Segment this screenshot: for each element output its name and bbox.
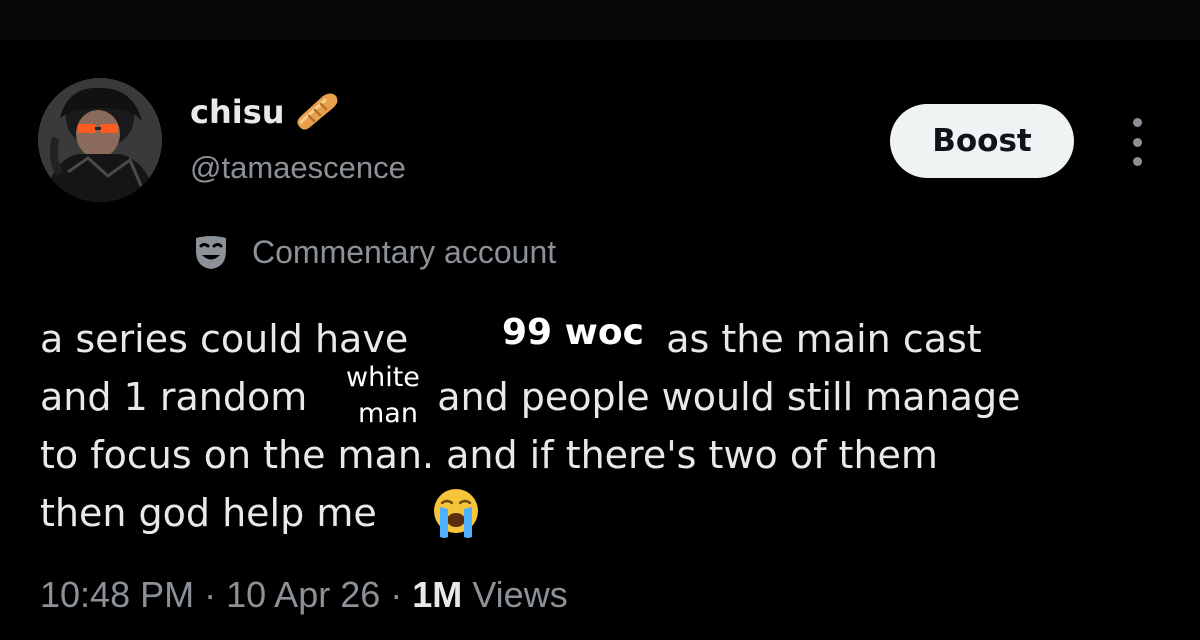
more-dot [1132, 137, 1142, 147]
display-name-text: chisu [190, 93, 285, 131]
meta-separator: · [390, 574, 403, 615]
meta-separator: · [204, 574, 217, 615]
post-line: and 1 random and people would still manag… [40, 368, 1020, 426]
more-dot [1132, 118, 1142, 127]
overlay-text-woc: 99 woc [502, 312, 644, 353]
overlay-text-man: man [358, 398, 418, 429]
boost-button[interactable]: Boost [890, 104, 1074, 178]
post-time[interactable]: 10:48 PM [40, 574, 194, 615]
post-text-segment: and people would still manage [437, 375, 1021, 419]
post-line: to focus on the man. and if there's two … [40, 433, 938, 477]
post-date[interactable]: 10 Apr 26 [226, 574, 380, 615]
loudly-crying-face-emoji [434, 489, 478, 538]
post-text-segment: as the main cast [666, 317, 982, 361]
post-line: then god help me [40, 491, 377, 535]
more-dot [1132, 157, 1142, 166]
views-label: Views [472, 574, 568, 615]
overlay-text-white: white [346, 362, 420, 393]
top-bar [0, 0, 1200, 40]
post-text-segment: a series could have [40, 317, 409, 361]
mask-icon [196, 236, 226, 269]
display-name[interactable]: chisu [190, 92, 339, 132]
account-label-text: Commentary account [252, 233, 557, 270]
account-label[interactable]: Commentary account [192, 233, 556, 271]
bread-emoji [296, 93, 338, 130]
post-text-segment: and 1 random [40, 375, 308, 419]
post-meta: 10:48 PM · 10 Apr 26 · 1M Views [40, 574, 568, 616]
more-vertical-icon[interactable] [1124, 118, 1150, 166]
avatar[interactable] [38, 78, 162, 202]
avatar-image [38, 78, 162, 202]
user-handle[interactable]: @tamaescence [190, 150, 406, 186]
views-count: 1M [412, 574, 463, 615]
